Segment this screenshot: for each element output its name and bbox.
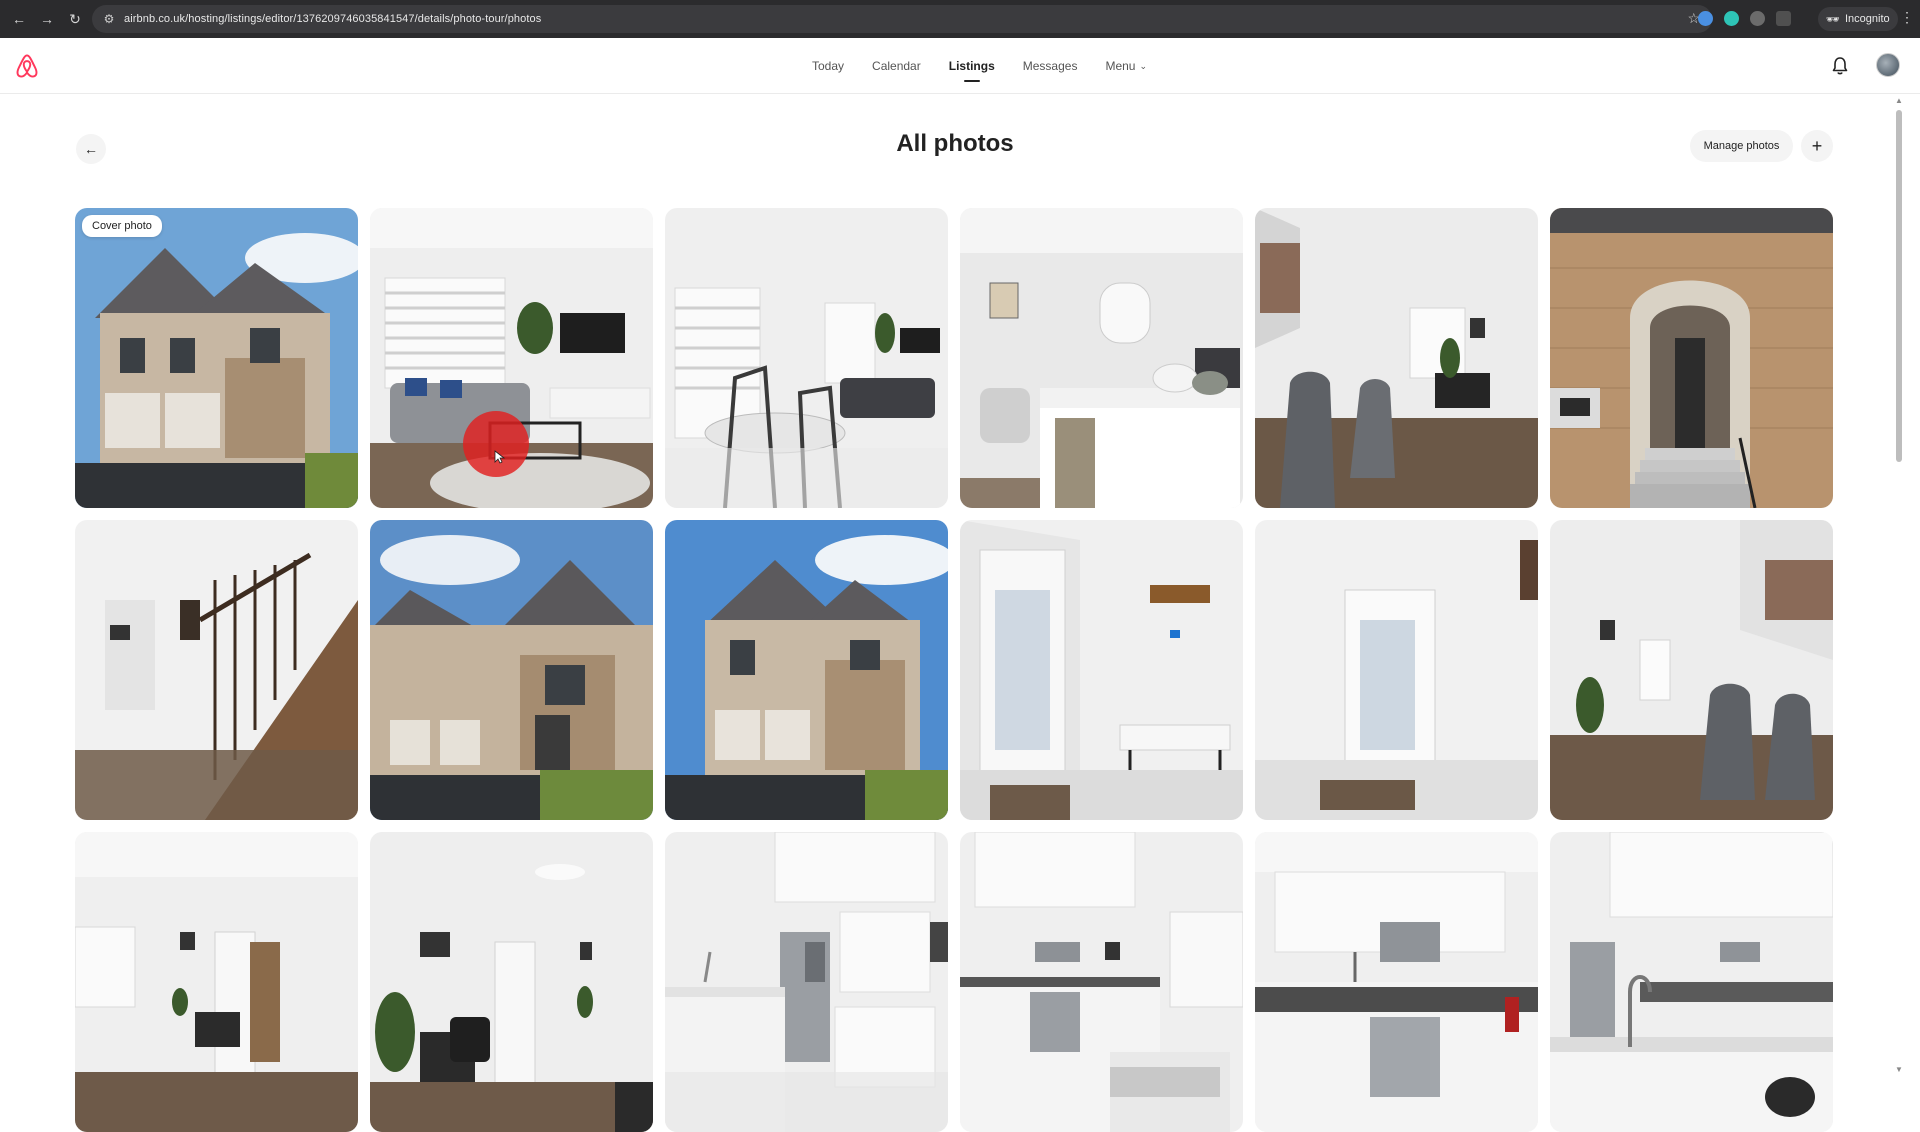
photo-tile[interactable]	[960, 832, 1243, 1132]
main-nav: Today Calendar Listings Messages Menu ⌄	[812, 38, 1147, 94]
plus-icon: +	[1811, 135, 1823, 156]
photo-grid: Cover photo	[75, 208, 1835, 1132]
photo-kitchen-microwave	[1255, 832, 1538, 1132]
photo-house-exterior-front	[665, 520, 948, 820]
extension-icon[interactable]	[1750, 11, 1765, 26]
photo-kitchen-fridge	[665, 832, 948, 1132]
photo-tile[interactable]	[960, 520, 1243, 820]
photo-tile[interactable]	[1255, 832, 1538, 1132]
nav-calendar[interactable]: Calendar	[872, 38, 921, 94]
nav-today[interactable]: Today	[812, 38, 844, 94]
manage-photos-button[interactable]: Manage photos	[1690, 130, 1793, 162]
photo-tile[interactable]: Cover photo	[75, 208, 358, 508]
cursor-highlight	[463, 411, 529, 477]
photo-tile[interactable]	[960, 208, 1243, 508]
cover-photo-badge: Cover photo	[82, 215, 162, 237]
chevron-down-icon: ⌄	[1139, 60, 1148, 71]
page-title: All photos	[896, 130, 1014, 157]
scrollbar-thumb[interactable]	[1896, 110, 1902, 462]
photo-bedroom	[960, 208, 1243, 508]
photo-room-with-desk	[370, 832, 653, 1132]
back-arrow-icon[interactable]: ←	[6, 6, 32, 32]
incognito-icon: 🕶	[1826, 13, 1840, 26]
photo-house-exterior-angle	[370, 520, 653, 820]
scroll-down-arrow-icon[interactable]: ▼	[1894, 1065, 1904, 1074]
app-header: Today Calendar Listings Messages Menu ⌄	[0, 38, 1920, 94]
photo-tile[interactable]	[1550, 520, 1833, 820]
photo-entry-door	[1255, 520, 1538, 820]
avatar[interactable]	[1876, 53, 1900, 77]
extensions-icon[interactable]	[1776, 11, 1791, 26]
nav-menu-label: Menu	[1105, 59, 1136, 73]
photo-tile[interactable]	[370, 520, 653, 820]
nav-messages[interactable]: Messages	[1023, 38, 1078, 94]
nav-listings[interactable]: Listings	[949, 38, 995, 94]
photo-tile[interactable]	[370, 832, 653, 1132]
photo-kitchen-island	[1550, 832, 1833, 1132]
notifications-bell-icon[interactable]	[1830, 55, 1850, 77]
photo-tile[interactable]	[75, 520, 358, 820]
site-info-icon[interactable]: ⚙	[100, 12, 118, 26]
photo-tile[interactable]	[665, 208, 948, 508]
photo-front-entrance	[1550, 208, 1833, 508]
photo-tile[interactable]	[75, 832, 358, 1132]
photo-tile[interactable]	[1550, 208, 1833, 508]
photo-staircase	[75, 520, 358, 820]
photo-tile[interactable]	[1255, 520, 1538, 820]
photo-living-corner-chairs	[1550, 520, 1833, 820]
kebab-menu-icon[interactable]: ⋮	[1900, 9, 1914, 26]
browser-toolbar: ← → ↻ ⚙ airbnb.co.uk/hosting/listings/ed…	[0, 0, 1920, 38]
photo-tile[interactable]	[1550, 832, 1833, 1132]
url-text[interactable]: airbnb.co.uk/hosting/listings/editor/137…	[124, 13, 541, 25]
airbnb-logo-icon[interactable]	[14, 52, 40, 80]
page-scrollbar[interactable]: ▲ ▼	[1893, 96, 1903, 1074]
nav-menu[interactable]: Menu ⌄	[1105, 38, 1147, 94]
photo-tile[interactable]	[1255, 208, 1538, 508]
address-bar[interactable]: ⚙ airbnb.co.uk/hosting/listings/editor/1…	[92, 5, 1712, 33]
extension-icon[interactable]	[1698, 11, 1713, 26]
incognito-indicator[interactable]: 🕶 Incognito	[1818, 7, 1898, 31]
reload-icon[interactable]: ↻	[62, 6, 88, 32]
incognito-label: Incognito	[1844, 13, 1890, 25]
photo-kitchen-stove	[960, 832, 1243, 1132]
scroll-up-arrow-icon[interactable]: ▲	[1894, 96, 1904, 105]
photo-tile[interactable]	[665, 520, 948, 820]
photo-house-exterior	[75, 208, 358, 508]
mouse-pointer-icon	[494, 450, 506, 464]
photo-entry-door-bench	[960, 520, 1243, 820]
extension-icon[interactable]	[1724, 11, 1739, 26]
forward-arrow-icon[interactable]: →	[34, 6, 60, 32]
photo-sitting-area	[1255, 208, 1538, 508]
photo-tile[interactable]	[665, 832, 948, 1132]
add-photo-button[interactable]: +	[1801, 130, 1833, 162]
photo-dining-living	[665, 208, 948, 508]
photo-hallway-desk	[75, 832, 358, 1132]
